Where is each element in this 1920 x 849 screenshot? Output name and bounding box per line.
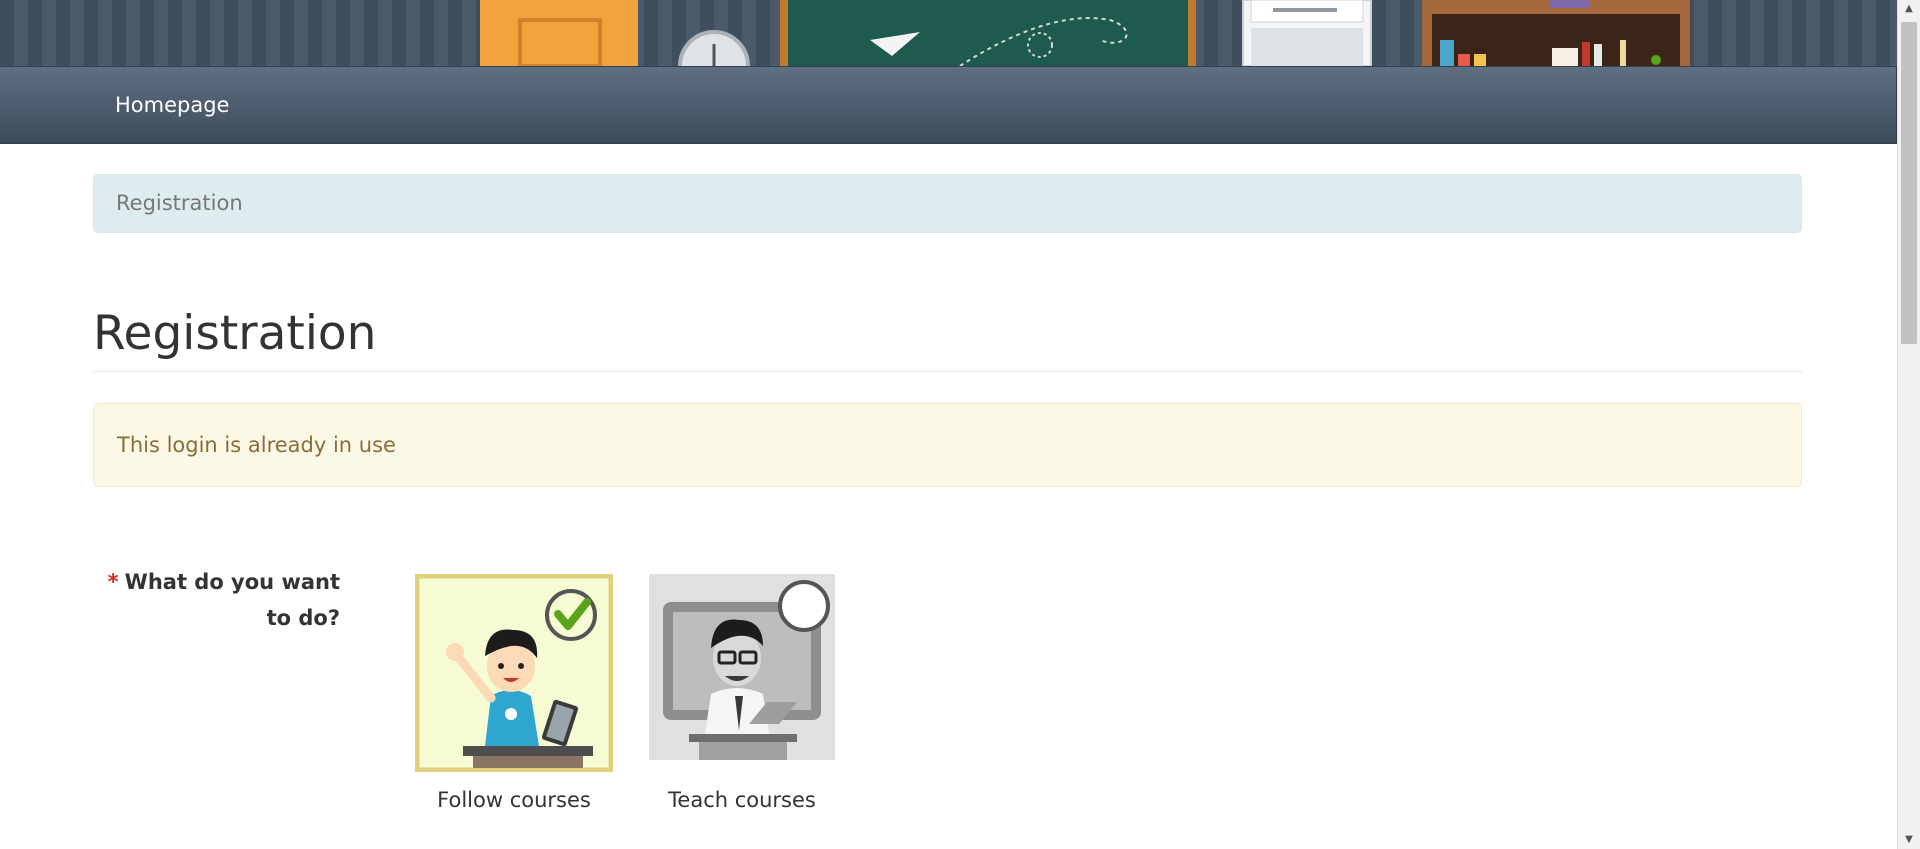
vertical-scrollbar[interactable]: ▲ ▼	[1897, 0, 1920, 849]
scrollbar-thumb[interactable]	[1901, 22, 1917, 344]
classroom-illustration	[480, 0, 1690, 66]
role-question-text: What do you want to do?	[124, 570, 340, 630]
title-divider	[93, 371, 1802, 372]
nav-homepage-link[interactable]: Homepage	[115, 67, 229, 143]
student-icon	[415, 574, 613, 772]
warning-alert: This login is already in use	[93, 403, 1802, 487]
page-title: Registration	[93, 306, 377, 361]
alert-message: This login is already in use	[117, 433, 396, 457]
main-navbar: Homepage	[0, 66, 1897, 144]
breadcrumb: Registration	[93, 174, 1802, 233]
breadcrumb-current: Registration	[116, 191, 243, 215]
option-follow-courses-label[interactable]: Follow courses	[414, 788, 614, 812]
scroll-up-arrow-icon[interactable]: ▲	[1898, 0, 1920, 18]
role-question-label: * What do you want to do?	[80, 564, 340, 636]
option-teach-courses-label[interactable]: Teach courses	[642, 788, 842, 812]
option-follow-courses[interactable]	[415, 574, 613, 772]
scroll-down-arrow-icon[interactable]: ▼	[1898, 831, 1920, 849]
teacher-icon	[649, 574, 835, 760]
option-teach-courses[interactable]	[649, 574, 835, 760]
header-banner	[0, 0, 1898, 66]
required-marker: *	[107, 570, 119, 594]
